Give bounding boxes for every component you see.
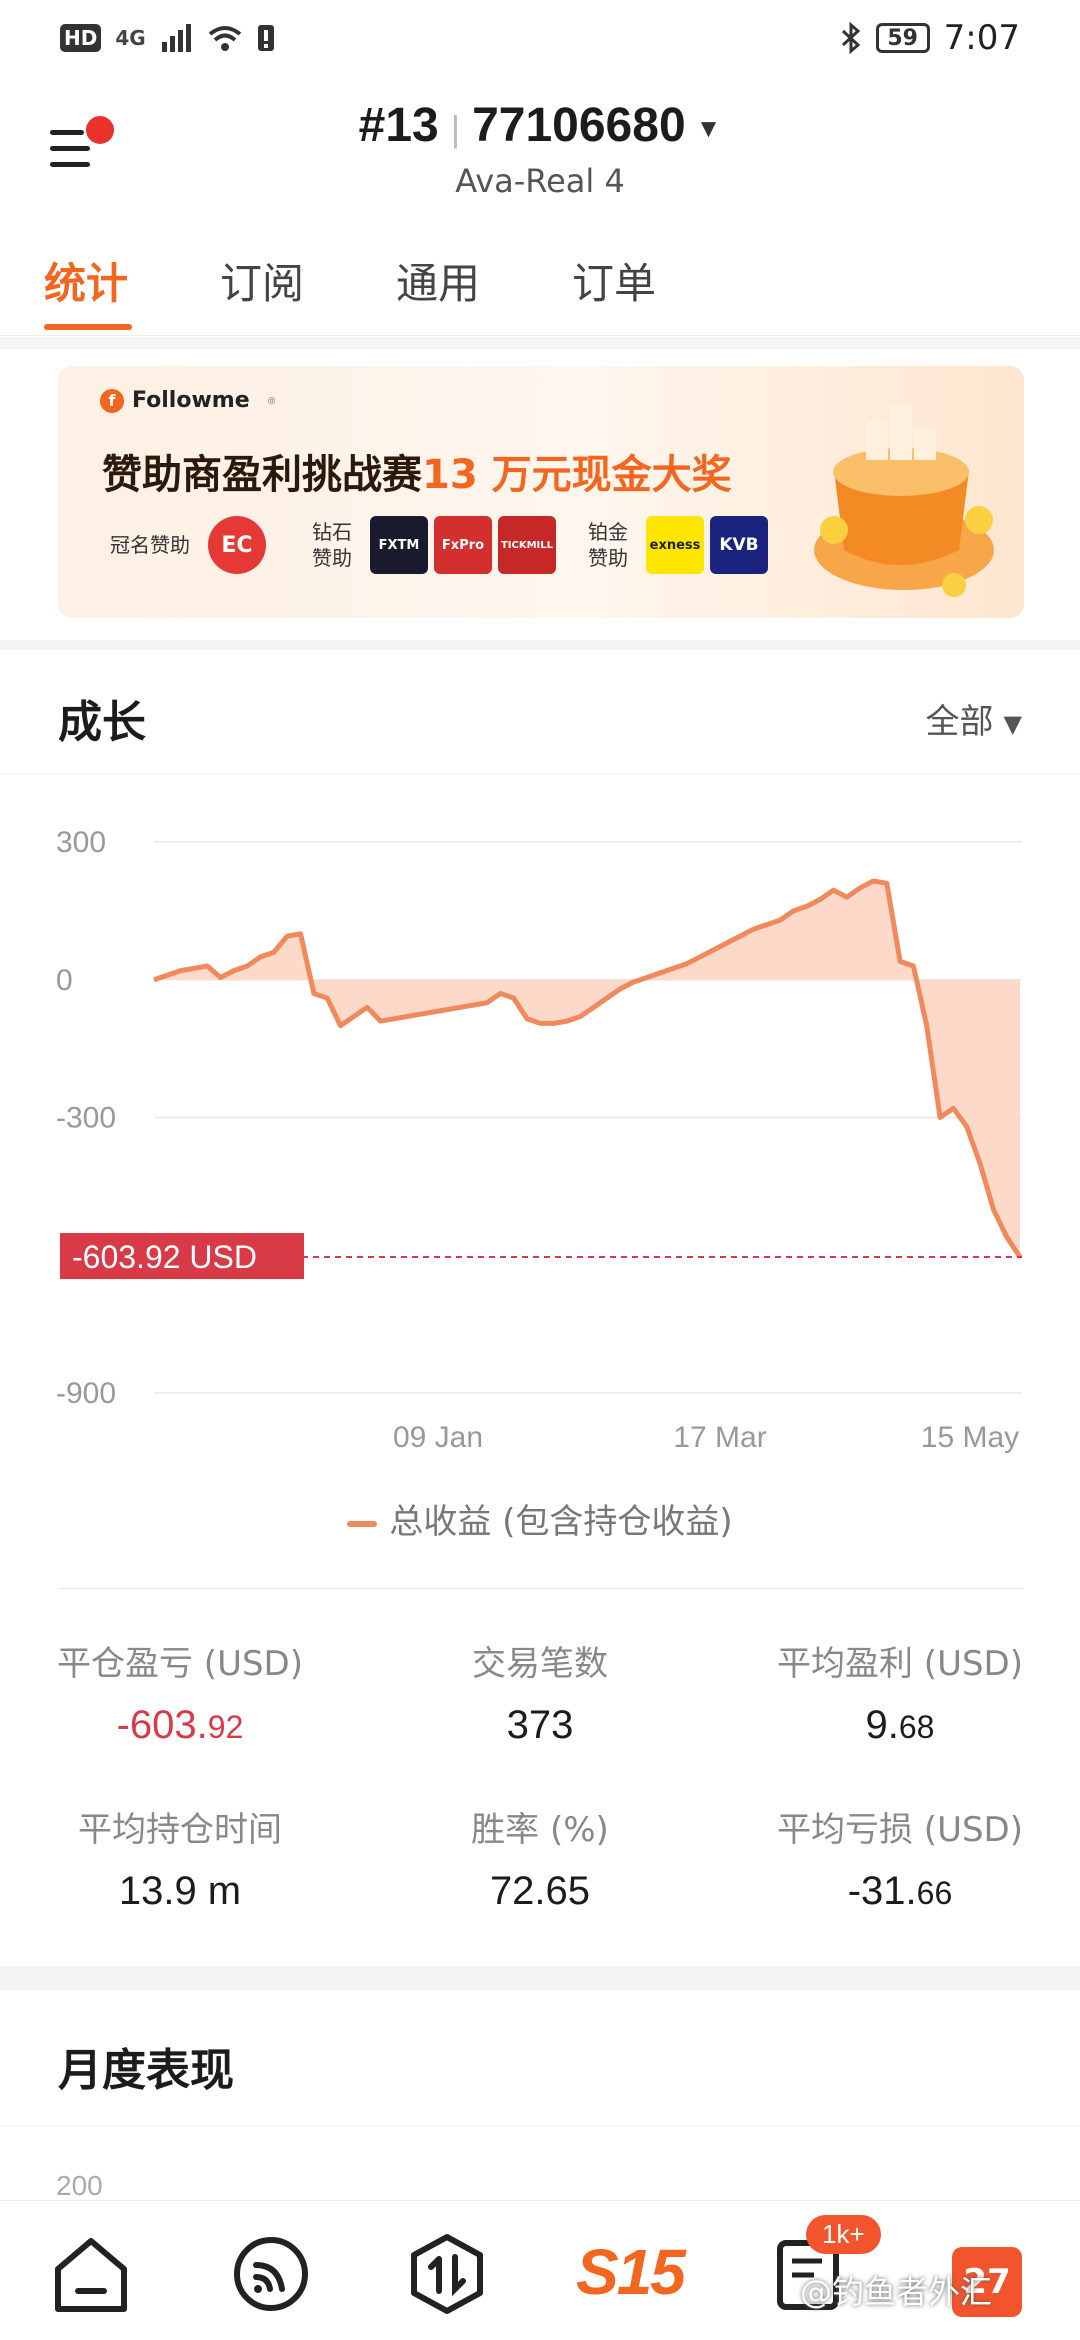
range-dropdown[interactable]: 全部 ▼ (926, 694, 1022, 743)
x-tick-label: 17 Mar (673, 1421, 766, 1454)
exness-logo: exness (646, 516, 704, 574)
stat-value: 13.9 m (118, 1869, 242, 1913)
ec-logo: EC (208, 516, 266, 574)
stat-value: -31.66 (847, 1869, 953, 1913)
range-value: 全部 (925, 702, 994, 742)
stat-avg-profit: 平均盈利 (USD) 9.68 (720, 1636, 1080, 1748)
status-bar: HD 4G 59 7:07 (0, 0, 1080, 76)
chart-legend: 总收益 (包含持仓收益) (0, 1494, 1080, 1543)
brand-name: Followme (132, 388, 250, 413)
account-number: 77106680 (472, 99, 686, 152)
status-left: HD 4G (60, 23, 276, 53)
fxtm-logo: FXTM (370, 516, 428, 574)
platinum-sponsor-label: 铂金 赞助 (588, 520, 628, 570)
competition-logo: ◎ (267, 395, 276, 406)
legend-swatch (347, 1520, 378, 1527)
current-value-label: -603.92 USD (72, 1239, 257, 1275)
banner-title-text: 赞助商盈利挑战赛 (102, 452, 422, 498)
tab-orders[interactable]: 订单 (572, 250, 656, 311)
s15-competition-button[interactable]: S15 (576, 2235, 686, 2309)
tab-subscribe[interactable]: 订阅 (220, 250, 304, 311)
stat-label: 平均亏损 (USD) (777, 1810, 1023, 1850)
growth-section-header: 成长 全部 ▼ (0, 650, 1080, 774)
tab-general[interactable]: 通用 (396, 250, 480, 311)
section-divider (0, 640, 1080, 650)
tab-bar: 统计 订阅 通用 订单 (0, 236, 1080, 336)
signal-bars-icon (161, 24, 191, 52)
sponsor-row: 冠名赞助 EC 钻石 赞助 FXTM FxPro TICKMILL 铂金 赞助 ex… (110, 516, 774, 574)
account-selector[interactable]: #13 | 77106680 ▼ (0, 98, 1080, 153)
caret-down-icon: ▼ (695, 112, 722, 143)
banner-title-highlight: 13 万元现金大奖 (422, 452, 732, 498)
status-right: 59 7:07 (840, 18, 1020, 58)
y-tick-label: 0 (56, 964, 73, 997)
kvb-logo: KVB (710, 516, 768, 574)
stat-win-rate: 胜率 (%) 72.65 (360, 1802, 720, 1914)
monthly-title: 月度表现 (58, 2045, 234, 2096)
stat-value: -603.92 (116, 1703, 244, 1747)
divider (58, 1588, 1024, 1589)
stat-label: 胜率 (%) (471, 1810, 609, 1850)
title-sponsor-label: 冠名赞助 (110, 533, 190, 557)
stat-value: 373 (506, 1703, 574, 1747)
stat-closed-pnl: 平仓盈亏 (USD) -603.92 (0, 1636, 360, 1748)
stat-avg-hold-time: 平均持仓时间 13.9 m (0, 1802, 360, 1914)
followme-icon: f (100, 388, 124, 413)
section-divider (0, 337, 1080, 349)
signal-icon: 4G (115, 26, 146, 50)
stat-label: 交易笔数 (472, 1644, 608, 1684)
tab-stats[interactable]: 统计 (44, 250, 128, 311)
stat-label: 平仓盈亏 (USD) (57, 1644, 303, 1684)
feed-icon[interactable] (226, 2229, 316, 2319)
banner-title: 赞助商盈利挑战赛13 万元现金大奖 (102, 442, 732, 500)
account-server: Ava-Real 4 (455, 162, 625, 200)
stat-trade-count: 交易笔数 373 (360, 1636, 720, 1748)
alert-icon (257, 25, 274, 51)
y-tick-label: 300 (56, 826, 106, 859)
promo-banner[interactable]: f Followme ◎ 赞助商盈利挑战赛13 万元现金大奖 冠名赞助 EC 钻… (58, 366, 1024, 618)
wifi-icon (208, 26, 241, 51)
tickmill-logo: TICKMILL (498, 516, 556, 574)
y-tick-label: -300 (56, 1102, 116, 1135)
hd-indicator: HD (60, 24, 102, 52)
diamond-sponsor-label: 钻石 赞助 (312, 520, 352, 570)
growth-title: 成长 (58, 697, 146, 748)
notification-badge: 1k+ (806, 2215, 881, 2254)
stat-label: 平均持仓时间 (78, 1810, 282, 1850)
trophy-illustration (814, 404, 994, 597)
monthly-section-header: 月度表现 (0, 1990, 1080, 2126)
caret-down-icon: ▼ (1003, 709, 1022, 738)
x-tick-label: 09 Jan (393, 1421, 483, 1454)
section-divider (0, 1966, 1080, 1990)
growth-chart-svg: 300 0 -300 -900 09 Jan 17 Mar 15 May -603.92 … (56, 826, 1023, 1454)
trade-icon[interactable] (402, 2229, 492, 2319)
battery-icon: 59 (875, 23, 930, 53)
app-header: #13 | 77106680 ▼ Ava-Real 4 (0, 76, 1080, 216)
y-tick-label: -900 (56, 1377, 116, 1410)
account-index: #13 (358, 99, 439, 152)
monthly-axis-tick: 200 (56, 2170, 103, 2201)
legend-label: 总收益 (包含持仓收益) (389, 1502, 733, 1542)
stat-value: 9.68 (865, 1703, 935, 1747)
stats-grid: 平仓盈亏 (USD) -603.92 交易笔数 373 平均盈利 (USD) 9… (0, 1610, 1080, 1950)
fxpro-logo: FxPro (434, 516, 492, 574)
x-tick-label: 15 May (921, 1421, 1019, 1454)
clock: 7:07 (943, 18, 1020, 58)
stat-value: 72.65 (489, 1869, 591, 1913)
followme-logo: f Followme ◎ (100, 388, 275, 413)
watermark: @钓鱼者外汇 (800, 2273, 993, 2311)
stat-avg-loss: 平均亏损 (USD) -31.66 (720, 1802, 1080, 1914)
growth-chart: 300 0 -300 -900 09 Jan 17 Mar 15 May -603.92 … (0, 776, 1080, 1556)
bluetooth-icon (841, 22, 860, 54)
home-icon[interactable] (46, 2229, 136, 2319)
bottom-navigation: S15 1k+ 27 @钓鱼者外汇 (0, 2200, 1080, 2340)
stat-label: 平均盈利 (USD) (777, 1644, 1023, 1684)
active-tab-indicator (44, 324, 132, 330)
